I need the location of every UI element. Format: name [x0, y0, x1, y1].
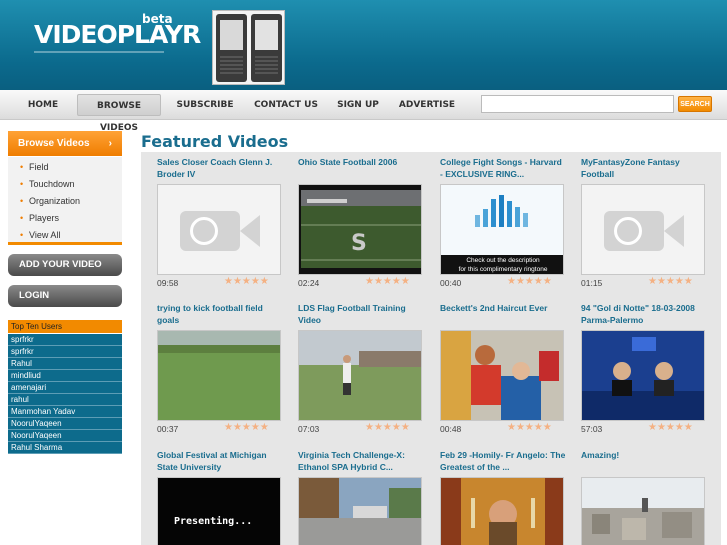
add-video-button[interactable]: ADD YOUR VIDEO — [8, 254, 122, 276]
top-users-header: Top Ten Users — [8, 320, 122, 333]
user-row[interactable]: sprfrkr — [8, 346, 122, 358]
browse-item-organization[interactable]: Organization — [20, 196, 80, 206]
rating-stars: ★★★★★ — [365, 422, 410, 433]
tv-studio-thumb — [582, 331, 704, 420]
haircut-thumb — [441, 331, 563, 420]
video-thumbnail[interactable] — [157, 184, 281, 275]
rating-stars: ★★★★★ — [224, 422, 269, 433]
video-thumbnail[interactable]: S — [298, 184, 422, 275]
rooftop-thumb — [582, 478, 704, 545]
user-row[interactable]: Rahul Sharma — [8, 442, 122, 454]
chevron-right-icon: › — [108, 138, 112, 149]
nav-browse-videos[interactable]: BROWSE VIDEOS — [77, 94, 161, 133]
video-thumbnail[interactable] — [581, 184, 705, 275]
svg-text:S: S — [351, 231, 367, 256]
rating-stars: ★★★★★ — [648, 422, 693, 433]
browse-item-touchdown[interactable]: Touchdown — [20, 179, 74, 189]
video-title[interactable]: MyFantasyZone Fantasy Football — [581, 156, 707, 180]
rating-stars: ★★★★★ — [648, 276, 693, 287]
video-title[interactable]: trying to kick football field goals — [157, 302, 283, 326]
beta-badge: beta — [142, 12, 173, 26]
video-thumbnail[interactable] — [157, 330, 281, 421]
video-thumbnail[interactable] — [581, 330, 705, 421]
thumb-caption: Check out the description for this compl… — [441, 256, 563, 274]
site-header: VIDEOPLAYR beta — [0, 0, 727, 90]
clock-icon — [614, 217, 642, 245]
video-title[interactable]: LDS Flag Football Training Video — [298, 302, 424, 326]
video-title[interactable]: Virginia Tech Challenge-X: Ethanol SPA H… — [298, 449, 424, 473]
search-button[interactable]: SEARCH — [678, 96, 712, 112]
video-thumbnail[interactable] — [440, 477, 564, 545]
video-title[interactable]: 94 "Gol di Notte" 18-03-2008 Parma-Paler… — [581, 302, 707, 326]
browse-item-players[interactable]: Players — [20, 213, 59, 223]
football-field-thumb: S — [299, 185, 421, 274]
video-duration: 57:03 — [581, 424, 603, 434]
rating-stars: ★★★★★ — [507, 276, 552, 287]
browse-item-field[interactable]: Field — [20, 162, 48, 172]
user-row[interactable]: amenajari — [8, 382, 122, 394]
street-thumb — [299, 478, 421, 545]
browse-videos-label: Browse Videos — [18, 138, 90, 149]
video-duration: 01:15 — [581, 278, 603, 288]
video-duration: 00:37 — [157, 424, 179, 434]
logo-text: VIDEOPLAYR — [34, 20, 201, 49]
thumb-caption-line: Check out the description — [466, 257, 540, 264]
user-row[interactable]: Rahul — [8, 358, 122, 370]
video-thumbnail[interactable]: Check out the description for this compl… — [440, 184, 564, 275]
video-title[interactable]: Beckett's 2nd Haircut Ever — [440, 302, 566, 314]
video-title[interactable]: Sales Closer Coach Glenn J. Broder IV — [157, 156, 283, 180]
nav-home[interactable]: HOME — [20, 94, 66, 116]
nav-advertise[interactable]: ADVERTISE — [395, 94, 459, 116]
thumb-caption-line: for this complimentary ringtone — [458, 266, 548, 273]
user-row[interactable]: rahul — [8, 394, 122, 406]
video-title[interactable]: Feb 29 -Homily- Fr Angelo: The Greatest … — [440, 449, 566, 473]
header-ad-image[interactable] — [212, 10, 285, 85]
video-thumbnail[interactable] — [298, 477, 422, 545]
video-duration: 09:58 — [157, 278, 179, 288]
user-row[interactable]: mindliud — [8, 370, 122, 382]
user-row[interactable]: Manmohan Yadav — [8, 406, 122, 418]
login-button[interactable]: LOGIN — [8, 285, 122, 307]
video-title[interactable]: Global Festival at Michigan State Univer… — [157, 449, 283, 473]
video-duration: 00:48 — [440, 424, 462, 434]
nav-contact-us[interactable]: CONTACT US — [250, 94, 322, 116]
rating-stars: ★★★★★ — [224, 276, 269, 287]
nav-sign-up[interactable]: SIGN UP — [333, 94, 383, 116]
clock-icon — [190, 217, 218, 245]
thumb-text: Presenting... — [174, 516, 253, 527]
ereader-device — [216, 14, 247, 82]
video-duration: 07:03 — [298, 424, 320, 434]
video-title[interactable]: Ohio State Football 2006 — [298, 156, 424, 168]
page-title: Featured Videos — [141, 132, 289, 151]
video-duration: 02:24 — [298, 278, 320, 288]
grass-field-thumb — [158, 331, 280, 420]
nav-subscribe[interactable]: SUBSCRIBE — [172, 94, 238, 116]
search-input[interactable] — [481, 95, 674, 113]
person-field-thumb — [299, 331, 421, 420]
logo[interactable]: VIDEOPLAYR beta — [34, 12, 201, 53]
priest-thumb — [441, 478, 563, 545]
video-thumbnail[interactable] — [581, 477, 705, 545]
user-row[interactable]: NoorulYaqeen — [8, 418, 122, 430]
logo-underline — [34, 51, 164, 53]
video-thumbnail[interactable]: Presenting... — [157, 477, 281, 545]
main-nav: HOME BROWSE VIDEOS SUBSCRIBE CONTACT US … — [0, 90, 727, 133]
video-title[interactable]: College Fight Songs - Harvard - EXCLUSIV… — [440, 156, 566, 180]
video-thumbnail[interactable] — [440, 330, 564, 421]
browse-videos-header[interactable]: Browse Videos › — [8, 131, 122, 156]
user-row[interactable]: NoorulYaqeen — [8, 430, 122, 442]
rating-stars: ★★★★★ — [365, 276, 410, 287]
browse-item-view-all[interactable]: View All — [20, 230, 60, 240]
user-row[interactable]: sprfrkr — [8, 334, 122, 346]
video-title[interactable]: Amazing! — [581, 449, 707, 461]
video-thumbnail[interactable] — [298, 330, 422, 421]
video-duration: 00:40 — [440, 278, 462, 288]
ereader-device — [251, 14, 282, 82]
rating-stars: ★★★★★ — [507, 422, 552, 433]
